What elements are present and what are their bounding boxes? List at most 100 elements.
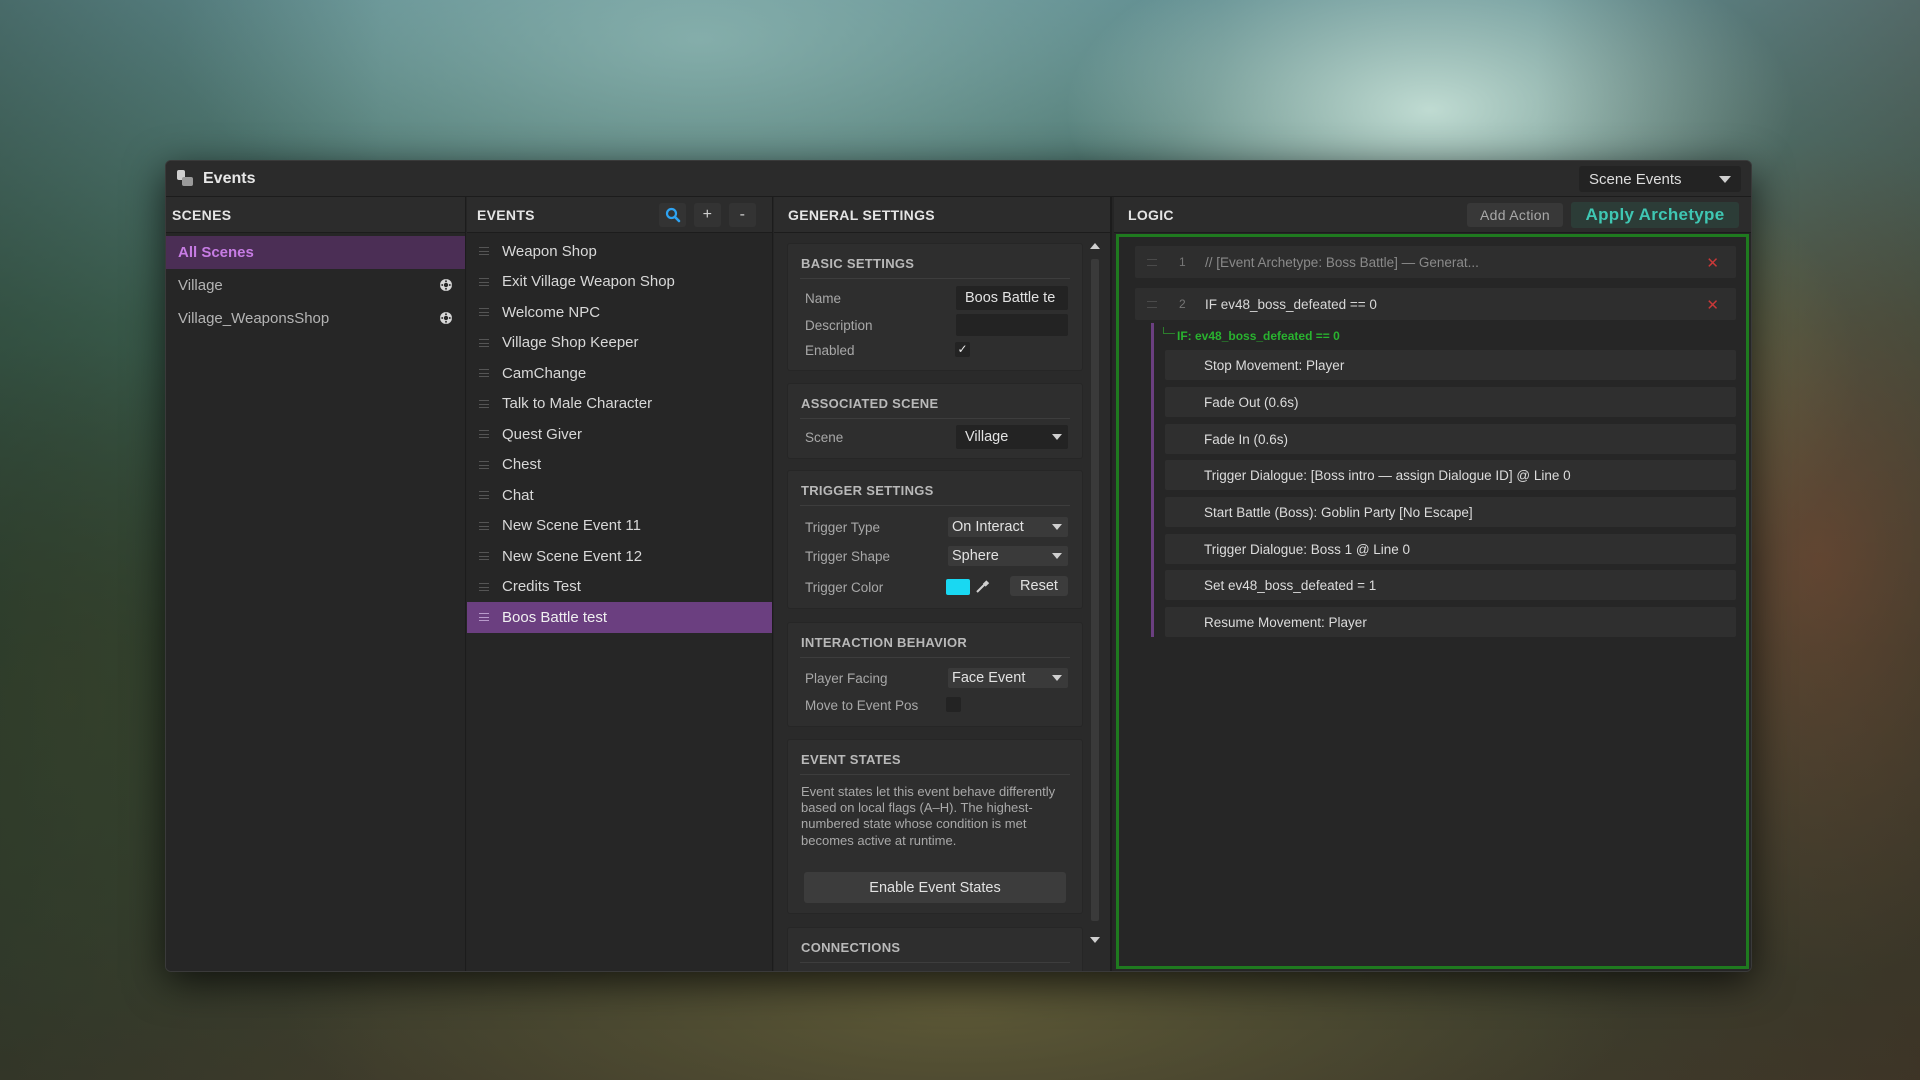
event-item-label: Village Shop Keeper: [502, 334, 639, 352]
sub-action-row[interactable]: Trigger Dialogue: Boss 1 @ Line 0: [1165, 534, 1736, 564]
drag-handle-icon[interactable]: [479, 430, 489, 438]
trigger-type-label: Trigger Type: [805, 519, 881, 535]
drag-handle-icon[interactable]: [479, 247, 489, 255]
scroll-up-icon[interactable]: [1090, 243, 1100, 249]
window-title: Events: [203, 169, 256, 187]
events-app-icon: [175, 169, 195, 189]
drag-handle-icon[interactable]: [1147, 259, 1157, 266]
scene-item-label: All Scenes: [178, 244, 254, 261]
basic-settings-section: BASIC SETTINGS Name Boos Battle te Descr…: [787, 243, 1083, 371]
drag-handle-icon[interactable]: [479, 491, 489, 499]
action-row[interactable]: 2 IF ev48_boss_defeated == 0 ✕: [1135, 288, 1736, 320]
events-panel: EVENTS + - Weapon Shop Exit Village Weap…: [467, 197, 773, 971]
action-text: IF ev48_boss_defeated == 0: [1205, 296, 1377, 312]
drag-handle-icon[interactable]: [479, 460, 489, 469]
list-item-selected[interactable]: Boos Battle test: [467, 602, 772, 633]
scroll-down-icon[interactable]: [1090, 937, 1100, 943]
branch-connector: [1163, 327, 1175, 334]
drag-handle-icon[interactable]: [479, 521, 489, 530]
search-events-button[interactable]: [659, 203, 686, 227]
drag-handle-icon[interactable]: [479, 582, 489, 591]
drag-handle-icon[interactable]: [479, 399, 489, 408]
drag-handle-icon[interactable]: [479, 308, 489, 316]
event-list: Weapon Shop Exit Village Weapon Shop Wel…: [467, 233, 772, 633]
titlebar: Events Scene Events: [166, 161, 1751, 197]
trigger-type-dropdown[interactable]: On Interact: [948, 517, 1068, 537]
delete-action-icon[interactable]: ✕: [1706, 254, 1719, 272]
sub-action-row[interactable]: Set ev48_boss_defeated = 1: [1165, 570, 1736, 600]
scene-item-village-weaponsshop[interactable]: Village_WeaponsShop: [166, 302, 465, 335]
scene-item-label: Village: [178, 277, 223, 294]
drag-handle-icon[interactable]: [479, 369, 489, 377]
apply-archetype-button[interactable]: Apply Archetype: [1571, 202, 1739, 228]
delete-action-icon[interactable]: ✕: [1706, 296, 1719, 314]
line-number: 1: [1179, 255, 1186, 269]
connections-section: CONNECTIONS: [787, 927, 1083, 971]
action-row[interactable]: 1 // [Event Archetype: Boss Battle] — Ge…: [1135, 246, 1736, 278]
list-item[interactable]: New Scene Event 12: [467, 541, 772, 572]
drag-handle-icon[interactable]: [479, 277, 489, 286]
add-event-button[interactable]: +: [694, 203, 721, 227]
section-title: INTERACTION BEHAVIOR: [788, 623, 1082, 657]
sub-action-row[interactable]: Fade Out (0.6s): [1165, 387, 1736, 417]
name-field[interactable]: Boos Battle te: [956, 286, 1068, 310]
event-states-section: EVENT STATES Event states let this event…: [787, 739, 1083, 914]
scrollbar-thumb[interactable]: [1091, 259, 1099, 921]
settings-scrollbar[interactable]: [1090, 243, 1100, 943]
section-title: BASIC SETTINGS: [788, 244, 1082, 278]
gear-icon[interactable]: [439, 311, 453, 325]
chevron-down-icon: [1052, 675, 1062, 681]
logic-header: LOGIC Add Action Apply Archetype: [1114, 197, 1751, 233]
list-item[interactable]: Welcome NPC: [467, 297, 772, 328]
drag-handle-icon[interactable]: [479, 613, 489, 621]
scene-events-dropdown[interactable]: Scene Events: [1579, 166, 1741, 192]
list-item[interactable]: New Scene Event 11: [467, 511, 772, 542]
gear-icon[interactable]: [439, 278, 453, 292]
list-item[interactable]: Village Shop Keeper: [467, 328, 772, 359]
trigger-color-swatch[interactable]: [946, 579, 970, 595]
event-item-label: Chat: [502, 486, 534, 504]
list-item[interactable]: Talk to Male Character: [467, 389, 772, 420]
remove-event-button[interactable]: -: [729, 203, 756, 227]
scene-item-village[interactable]: Village: [166, 269, 465, 302]
event-item-label: Welcome NPC: [502, 303, 601, 321]
list-item[interactable]: Quest Giver: [467, 419, 772, 450]
drag-handle-icon[interactable]: [1147, 301, 1157, 308]
enabled-checkbox[interactable]: ✓: [955, 342, 970, 357]
sub-action-row[interactable]: Fade In (0.6s): [1165, 424, 1736, 454]
scene-dropdown[interactable]: Village: [956, 425, 1068, 449]
chevron-down-icon: [1052, 524, 1062, 530]
sub-action-row[interactable]: Stop Movement: Player: [1165, 350, 1736, 380]
list-item[interactable]: Weapon Shop: [467, 236, 772, 267]
event-item-label: CamChange: [502, 364, 587, 382]
add-action-button[interactable]: Add Action: [1467, 203, 1563, 227]
sub-action-row[interactable]: Trigger Dialogue: [Boss intro — assign D…: [1165, 460, 1736, 490]
reset-color-button[interactable]: Reset: [1010, 576, 1068, 596]
list-item[interactable]: CamChange: [467, 358, 772, 389]
event-item-label: Weapon Shop: [502, 242, 597, 260]
move-to-event-checkbox[interactable]: [946, 697, 961, 712]
eyedropper-icon[interactable]: [974, 579, 990, 595]
action-text: // [Event Archetype: Boss Battle] — Gene…: [1205, 254, 1479, 270]
list-item[interactable]: Exit Village Weapon Shop: [467, 267, 772, 298]
list-item[interactable]: Chest: [467, 450, 772, 481]
description-field[interactable]: [956, 314, 1068, 336]
list-item[interactable]: Chat: [467, 480, 772, 511]
enable-event-states-button[interactable]: Enable Event States: [804, 872, 1066, 903]
move-to-event-label: Move to Event Pos: [805, 697, 919, 713]
event-item-label: New Scene Event 12: [502, 547, 643, 565]
drag-handle-icon[interactable]: [479, 552, 489, 560]
general-settings-header-label: GENERAL SETTINGS: [788, 206, 935, 223]
sub-action-row[interactable]: Resume Movement: Player: [1165, 607, 1736, 637]
trigger-shape-dropdown[interactable]: Sphere: [948, 546, 1068, 566]
drag-handle-icon[interactable]: [479, 338, 489, 347]
player-facing-dropdown[interactable]: Face Event: [948, 668, 1068, 688]
scenes-header-label: SCENES: [172, 206, 232, 223]
scene-item-all-scenes[interactable]: All Scenes: [166, 236, 465, 269]
plus-icon: +: [702, 206, 713, 223]
sub-action-row[interactable]: Start Battle (Boss): Goblin Party [No Es…: [1165, 497, 1736, 527]
section-title: ASSOCIATED SCENE: [788, 384, 1082, 418]
list-item[interactable]: Credits Test: [467, 572, 772, 603]
description-label: Description: [805, 317, 873, 333]
section-title: EVENT STATES: [788, 740, 1082, 774]
